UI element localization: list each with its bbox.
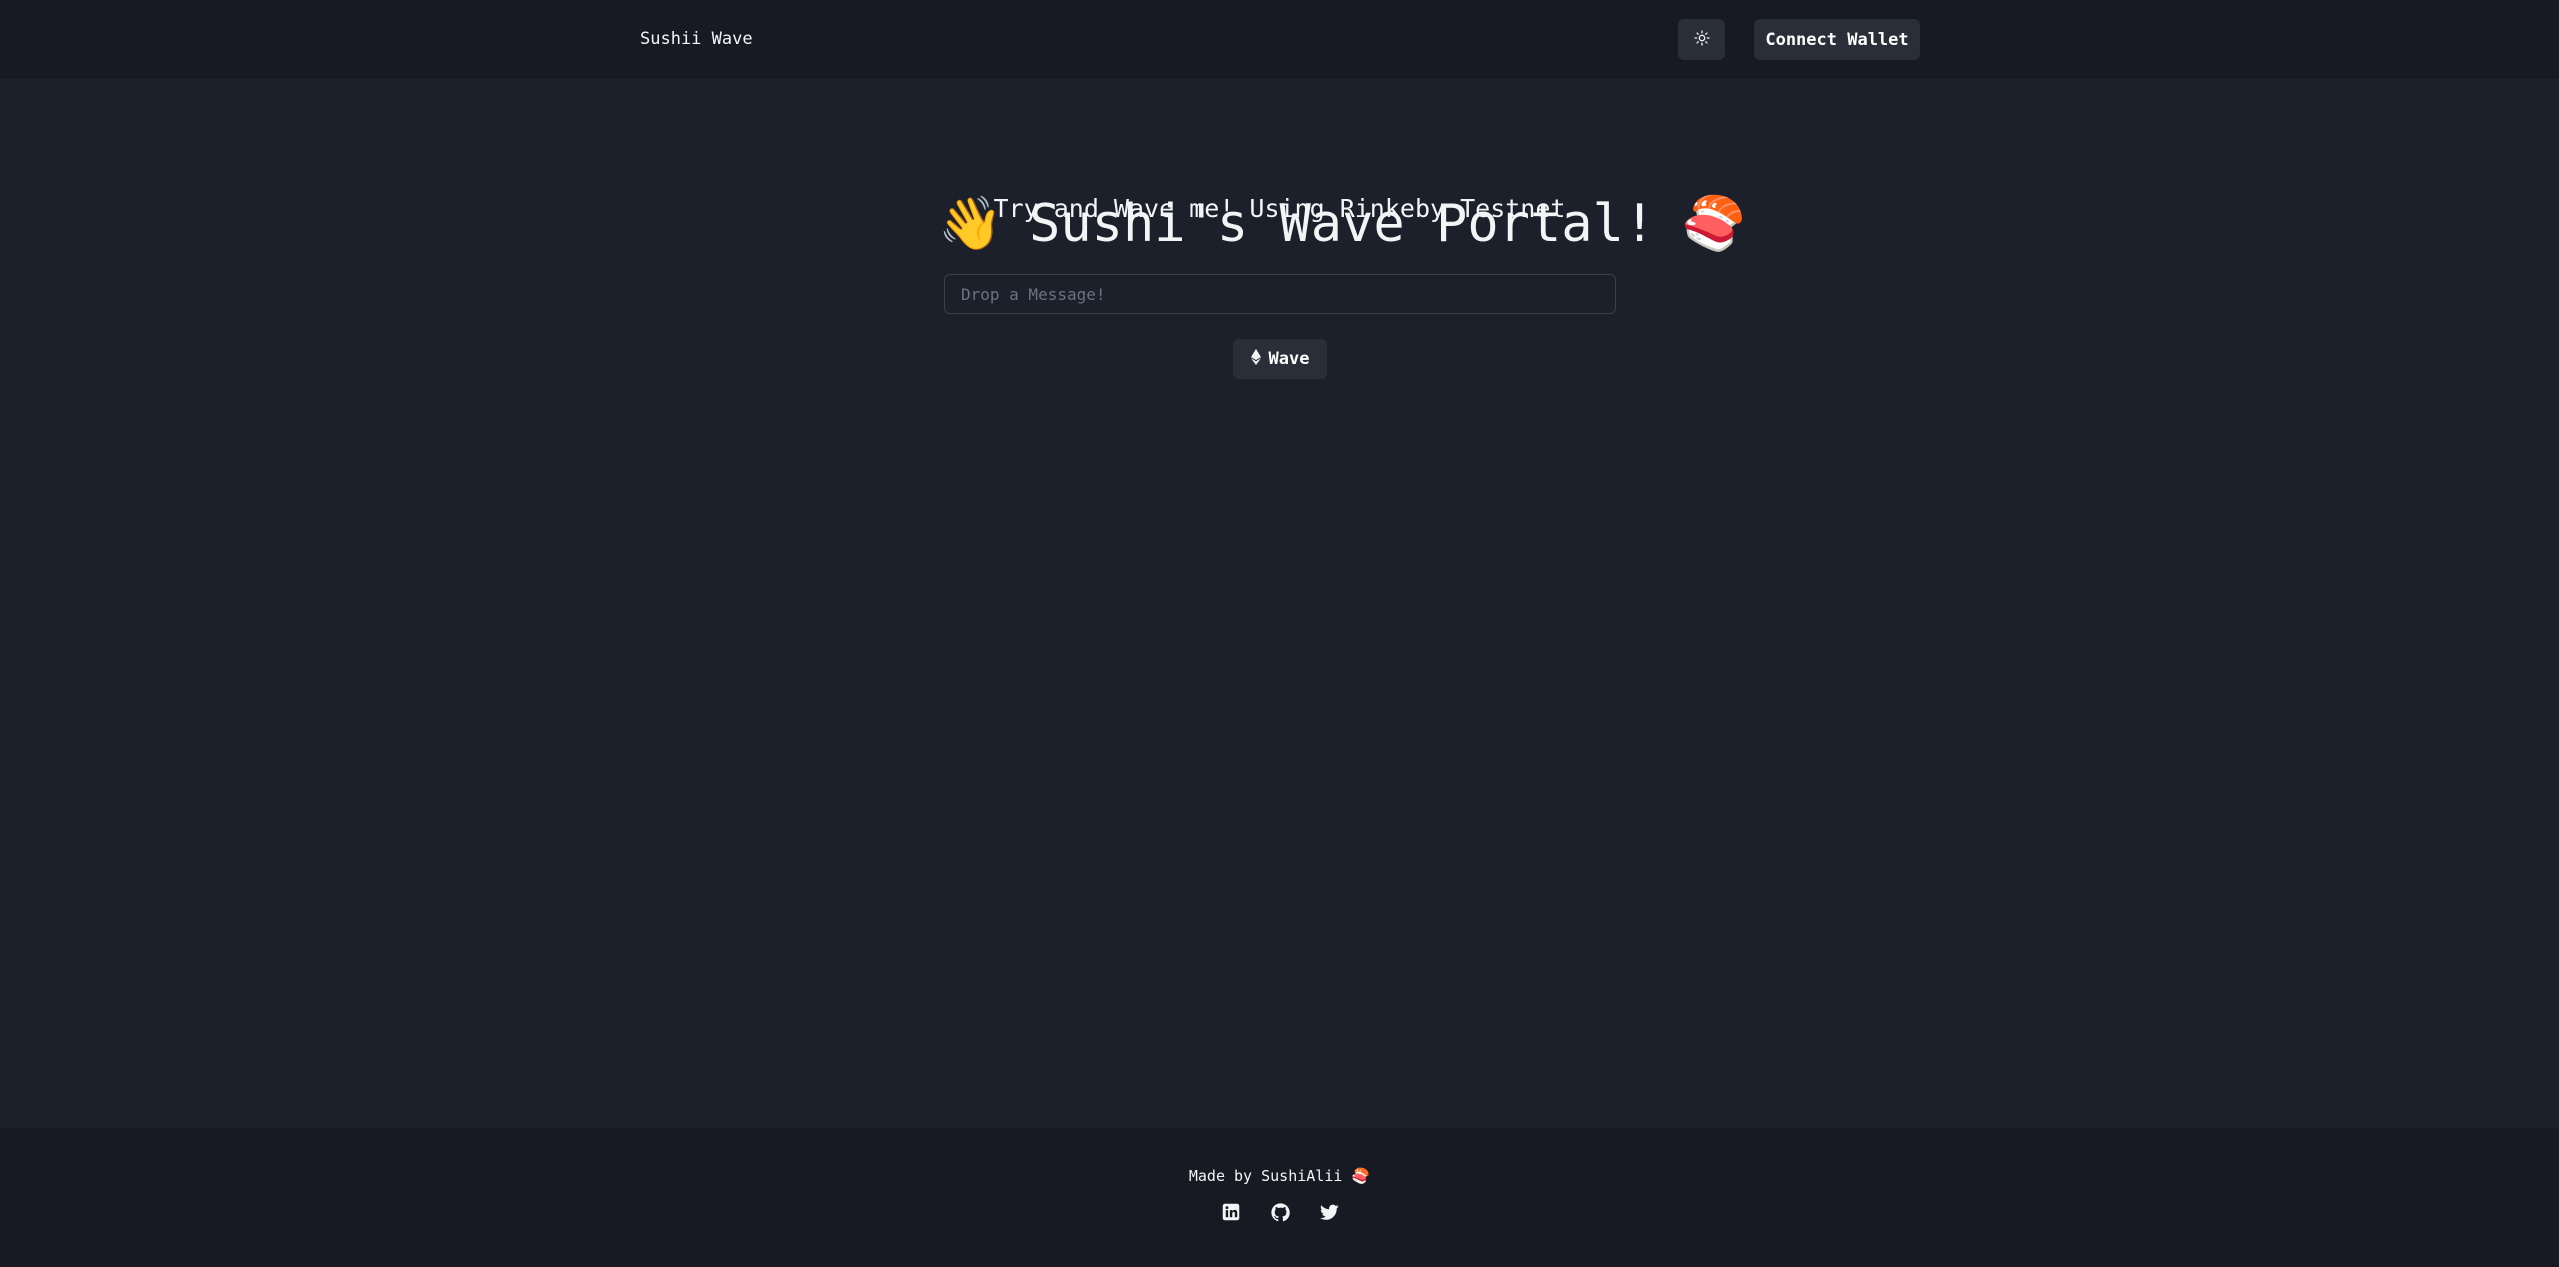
theme-toggle-button[interactable] <box>1678 19 1725 60</box>
made-by-text: Made by SushiAlii 🍣 <box>1188 1167 1371 1185</box>
github-link[interactable] <box>1267 1201 1293 1227</box>
sun-icon <box>1693 29 1710 50</box>
twitter-icon <box>1319 1204 1339 1225</box>
social-links <box>1218 1201 1342 1227</box>
ethereum-icon <box>1250 348 1261 370</box>
wave-button-label: Wave <box>1268 349 1310 369</box>
linkedin-icon <box>1222 1203 1240 1225</box>
twitter-link[interactable] <box>1316 1201 1342 1227</box>
linkedin-link[interactable] <box>1218 1201 1244 1227</box>
github-icon <box>1270 1202 1290 1226</box>
wave-button[interactable]: Wave <box>1233 339 1327 379</box>
connect-wallet-button[interactable]: Connect Wallet <box>1754 19 1920 60</box>
brand-name[interactable]: Sushii Wave <box>640 28 753 50</box>
footer: Made by SushiAlii 🍣 <box>0 1128 2559 1267</box>
page-subtitle: Try and Wave me! Using Rinkeby Testnet <box>993 194 1566 223</box>
top-nav: Sushii Wave Connect Wallet <box>0 0 2559 79</box>
page: Sushii Wave Connect Wallet 👋 Sushi's Wave <box>0 0 2559 1267</box>
message-input[interactable] <box>944 274 1616 314</box>
